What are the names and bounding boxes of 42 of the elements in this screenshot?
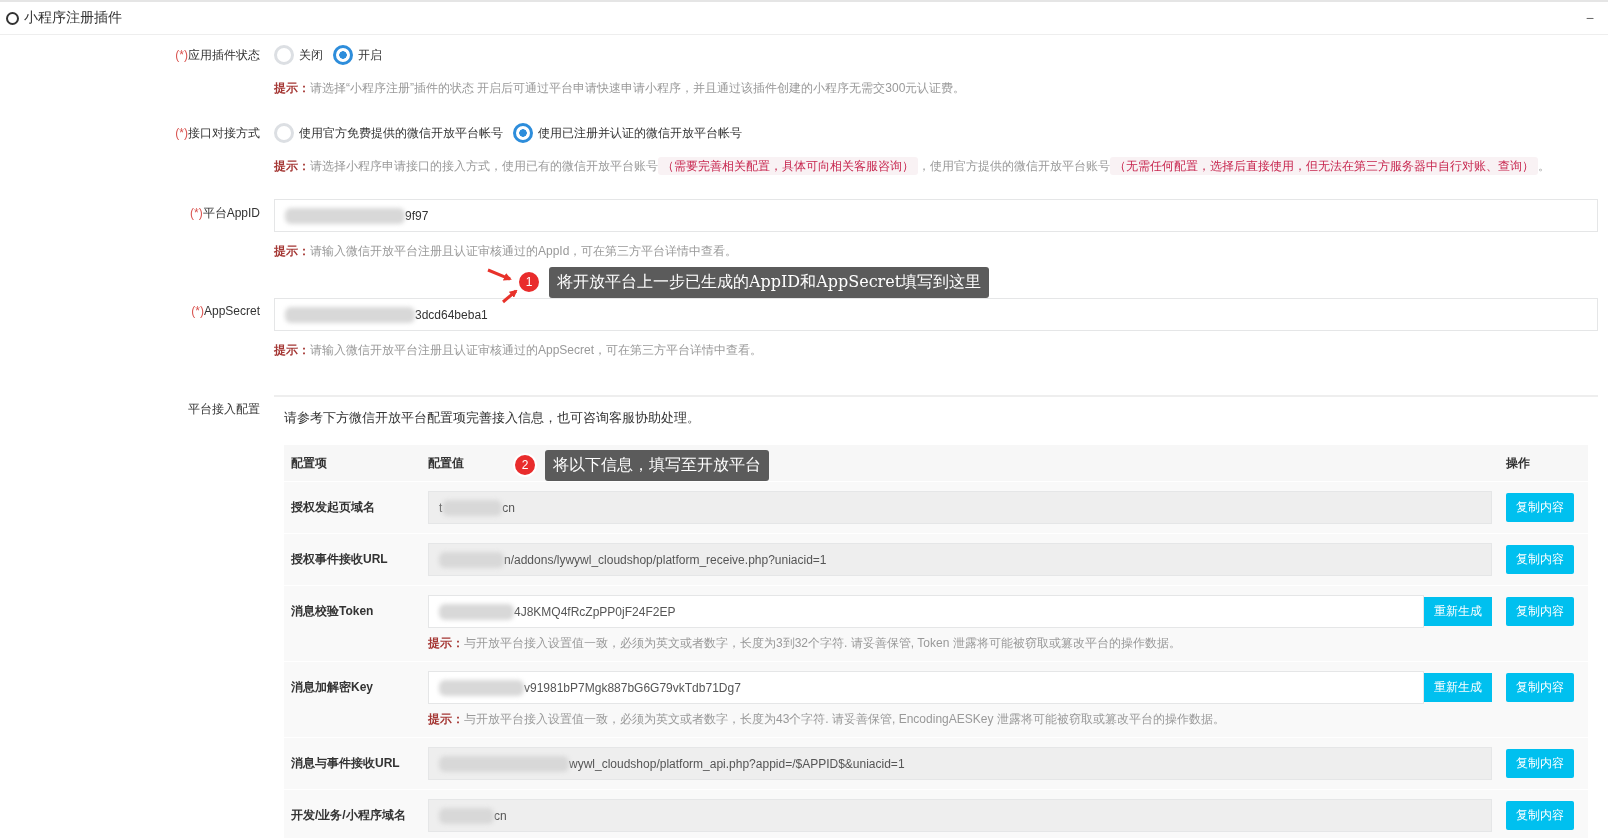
radio-button[interactable] (333, 45, 353, 65)
collapse-button[interactable]: − (1585, 10, 1594, 26)
hint-text: 提示：请选择“小程序注册”插件的状态 开启后可通过平台申请快速申请小程序，并且通过该插件创建的小程序无需交300元认证费。 (274, 80, 966, 97)
config-name: 消息与事件接收URL (284, 737, 421, 790)
circle-icon (6, 11, 19, 25)
callout-note: 将以下信息，填写至开放平台 (545, 450, 769, 481)
hint-text: 提示：与开放平台接入设置值一致，必须为英文或者数字，长度为3到32个字符. 请妥善保管, Token 泄露将可能被窃取或篡改平台的操作数据。 (428, 635, 1181, 652)
hint-text: 提示：与开放平台接入设置值一致，必须为英文或者数字，长度为43个字符. 请妥善保管, EncodingAESKey 泄露将可能被窃取或篡改平台的操作数据。 (428, 711, 1225, 728)
field-label: (*)接口对接方式 (174, 125, 261, 142)
input-field[interactable]: 4J8KMQ4fRcZpPP0jF24F2EP (428, 595, 1424, 628)
readonly-field: wywl_cloudshop/platform_api.php?appid=/$APPID$&uniacid=1 (428, 747, 1492, 780)
field-label: (*)应用插件状态 (174, 47, 261, 64)
config-name: 开发/业务/小程序域名 (284, 789, 421, 838)
hint-text: 提示：请输入微信开放平台注册且认证审核通过的AppId，可在第三方平台详情中查看。 (274, 243, 738, 260)
radio-label[interactable]: 开启 (358, 46, 382, 64)
config-name: 消息校验Token (284, 585, 421, 662)
config-name: 授权事件接收URL (284, 533, 421, 586)
intro-text: 请参考下方微信开放平台配置项完善接入信息，也可咨询客服协助处理。 (284, 409, 701, 427)
radio-label[interactable]: 使用已注册并认证的微信开放平台帐号 (538, 124, 742, 142)
panel-title: 小程序注册插件 (24, 9, 122, 27)
field-label: (*)AppSecret (190, 303, 261, 320)
callout-note: 将开放平台上一步已生成的AppID和AppSecret填写到这里 (549, 267, 990, 298)
readonly-field: cn (428, 799, 1492, 832)
readonly-field: n/addons/lywywl_cloudshop/platform_receive.php?uniacid=1 (428, 543, 1492, 576)
radio-button[interactable] (513, 123, 533, 143)
field-label: (*)平台AppID (188, 205, 261, 222)
arrow (487, 268, 512, 281)
input-field[interactable]: 3dcd64beba1 (274, 298, 1598, 331)
step-badge: 1 (517, 270, 541, 294)
config-name: 授权发起页域名 (284, 481, 421, 534)
hint-text: 提示：请选择小程序申请接口的接入方式，使用已有的微信开放平台账号 （需要完善相关配置，具体可向相关客服咨询） ，使用官方提供的微信开放平台账号 （无需任何配置，选择后直接使用，但无法在第三方服务器中自行对账、查询） 。 (274, 157, 1550, 175)
field-label: 平台接入配置 (187, 401, 261, 418)
radio-label[interactable]: 关闭 (299, 46, 323, 64)
input-field[interactable]: 9f97 (274, 199, 1598, 232)
input-field[interactable]: v91981bP7Mgk887bG6G79vkTdb71Dg7 (428, 671, 1424, 704)
column-header: 配置项 (284, 445, 421, 482)
arrow (502, 289, 518, 304)
column-header: 操作 (1499, 445, 1588, 482)
config-name: 消息加解密Key (284, 661, 421, 738)
hint-text: 提示：请输入微信开放平台注册且认证审核通过的AppSecret，可在第三方平台详情中查看。 (274, 342, 763, 359)
readonly-field: t cn (428, 491, 1492, 524)
radio-label[interactable]: 使用官方免费提供的微信开放平台帐号 (299, 124, 503, 142)
